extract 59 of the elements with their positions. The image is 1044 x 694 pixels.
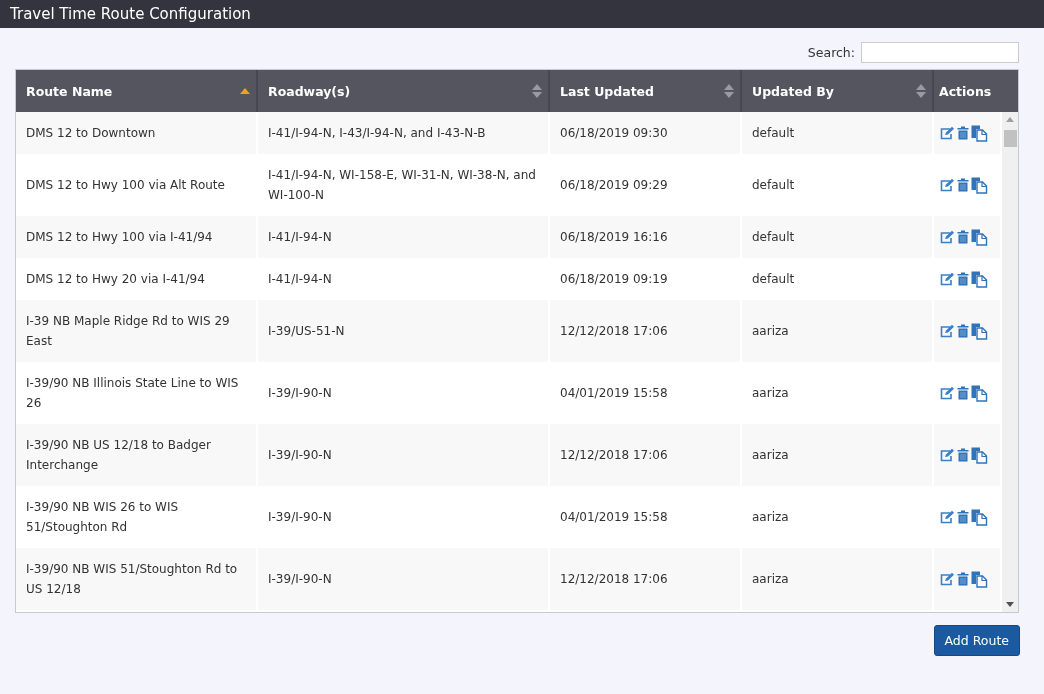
copy-icon[interactable]: [971, 124, 988, 142]
table-cell: default: [742, 216, 934, 258]
copy-icon[interactable]: [971, 270, 988, 288]
edit-icon[interactable]: [939, 272, 955, 286]
trash-icon[interactable]: [957, 178, 969, 192]
copy-icon[interactable]: [971, 384, 988, 402]
table-cell: 12/12/2018 17:06: [550, 424, 742, 486]
trash-icon[interactable]: [957, 448, 969, 462]
copy-icon[interactable]: [971, 508, 988, 526]
sort-icon[interactable]: [724, 84, 734, 98]
trash-icon[interactable]: [957, 126, 969, 140]
search-field[interactable]: [861, 41, 1019, 63]
table-cell: 06/18/2019 16:16: [550, 216, 742, 258]
edit-icon[interactable]: [939, 386, 955, 400]
table-cell: 12/12/2018 17:06: [550, 548, 742, 610]
table-cell: I-41/I-94-N, I-43/I-94-N, and I-43-N-B: [258, 112, 550, 154]
trash-icon[interactable]: [957, 510, 969, 524]
scrollbar[interactable]: [1002, 112, 1018, 612]
table-cell: aariza: [742, 300, 934, 362]
copy-icon[interactable]: [971, 570, 988, 588]
table-cell: I-39/90 NB US 12/18 to Badger Interchange: [16, 424, 258, 486]
sort-icon[interactable]: [532, 84, 542, 98]
edit-icon[interactable]: [939, 126, 955, 140]
table-cell: I-39/90 NB WIS 51/Stoughton Rd to US 12/18: [16, 548, 258, 610]
search-label: Search:: [807, 44, 855, 60]
trash-icon[interactable]: [957, 572, 969, 586]
table-cell: I-39/I-90-N: [258, 424, 550, 486]
table-cell: aariza: [742, 424, 934, 486]
edit-icon[interactable]: [939, 178, 955, 192]
window-title: Travel Time Route Configuration: [0, 0, 1044, 28]
copy-icon[interactable]: [971, 446, 988, 464]
copy-icon[interactable]: [971, 228, 988, 246]
trash-icon[interactable]: [957, 272, 969, 286]
table-cell: DMS 12 to Hwy 100 via I-41/94: [16, 216, 258, 258]
table-cell: DMS 12 to Downtown: [16, 112, 258, 154]
copy-icon[interactable]: [971, 176, 988, 194]
table-cell: 12/12/2018 17:06: [550, 300, 742, 362]
edit-icon[interactable]: [939, 324, 955, 338]
table-cell: 06/18/2019 09:30: [550, 112, 742, 154]
edit-icon[interactable]: [939, 448, 955, 462]
table-cell: I-39/US-51-N: [258, 300, 550, 362]
add-route-button[interactable]: Add Route: [933, 625, 1020, 656]
edit-icon[interactable]: [939, 572, 955, 586]
edit-icon[interactable]: [939, 230, 955, 244]
table-cell: I-39/I-90-N: [258, 548, 550, 610]
table-cell: aariza: [742, 548, 934, 610]
scroll-thumb[interactable]: [1004, 130, 1017, 147]
scroll-down-icon[interactable]: [1006, 602, 1014, 607]
sort-ascending-icon[interactable]: [240, 88, 250, 94]
trash-icon[interactable]: [957, 386, 969, 400]
trash-icon[interactable]: [957, 230, 969, 244]
table-cell: I-39 NB Maple Ridge Rd to WIS 29 East: [16, 300, 258, 362]
table-cell: default: [742, 112, 934, 154]
table-cell: I-41/I-94-N: [258, 216, 550, 258]
edit-icon[interactable]: [939, 510, 955, 524]
copy-icon[interactable]: [971, 322, 988, 340]
column-header[interactable]: Actions: [934, 70, 1002, 112]
trash-icon[interactable]: [957, 324, 969, 338]
sort-icon[interactable]: [916, 84, 926, 98]
